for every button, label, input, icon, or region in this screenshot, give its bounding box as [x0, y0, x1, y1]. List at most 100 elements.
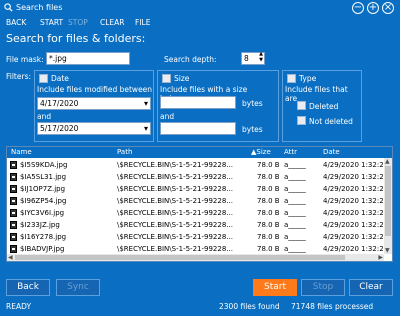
column-name[interactable]: Name: [11, 148, 32, 156]
scroll-right-icon[interactable]: ▶: [378, 254, 383, 261]
cell-path: \$RECYCLE.BIN\S-1-5-21-99228...: [117, 209, 233, 217]
cell-name: $I5S9KDA.jpg: [20, 161, 68, 169]
cell-name: $IA5SL31.jpg: [20, 173, 67, 181]
date-and-label: and: [37, 112, 52, 121]
table-row[interactable]: $I233JZ.jpg \$RECYCLE.BIN\S-1-5-21-99228.…: [7, 219, 384, 231]
filters-label: Filters:: [6, 72, 32, 81]
table-row[interactable]: $IYC3V6I.jpg \$RECYCLE.BIN\S-1-5-21-99228…: [7, 207, 384, 219]
size-checkbox[interactable]: [162, 74, 171, 83]
menu-clear[interactable]: CLEAR: [100, 18, 125, 27]
date-to-dropdown[interactable]: 5/17/2020 ▾: [37, 122, 151, 135]
back-button[interactable]: Back: [6, 279, 50, 296]
table-row[interactable]: $I16Y278.jpg \$RECYCLE.BIN\S-1-5-21-99228…: [7, 231, 384, 243]
cell-size: 78.0 B: [257, 197, 280, 205]
minimize-icon[interactable]: −: [352, 2, 364, 14]
depth-spinner-icon[interactable]: ▲ ▼: [259, 51, 263, 63]
size-and-label: and: [160, 112, 175, 121]
deleted-checkbox[interactable]: [297, 101, 306, 110]
menu-start[interactable]: START: [40, 18, 63, 27]
close-icon[interactable]: ×: [382, 2, 394, 14]
cell-date: 4/29/2020 1:32:20...: [323, 161, 383, 169]
cell-size: 78.0 B: [257, 185, 280, 193]
menu-bar: BACK START STOP CLEAR FILE: [0, 16, 400, 30]
scroll-down-icon[interactable]: ▼: [385, 247, 390, 254]
sync-button[interactable]: Sync: [56, 279, 100, 296]
column-date[interactable]: Date: [323, 148, 340, 156]
start-button[interactable]: Start: [253, 279, 297, 296]
size-max-input[interactable]: [160, 122, 236, 135]
file-mask-input[interactable]: *.jpg: [46, 52, 130, 65]
cell-name: $IBADVJP.jpg: [20, 245, 65, 253]
not-deleted-checkbox[interactable]: [297, 116, 306, 125]
cell-date: 4/29/2020 1:32:20...: [323, 233, 383, 241]
column-size[interactable]: ▲Size: [251, 148, 271, 156]
file-icon: [10, 161, 17, 169]
cell-attr: a_____: [284, 245, 306, 253]
table-row[interactable]: $IJ1OP7Z.jpg \$RECYCLE.BIN\S-1-5-21-99228…: [7, 183, 384, 195]
cell-name: $I96ZP54.jpg: [20, 197, 67, 205]
chevron-down-icon: ▾: [143, 99, 148, 108]
cell-path: \$RECYCLE.BIN\S-1-5-21-99228...: [117, 173, 233, 181]
column-path[interactable]: Path: [117, 148, 132, 156]
not-deleted-label: Not deleted: [309, 117, 353, 126]
date-checkbox-label: Date: [51, 74, 69, 83]
stop-button[interactable]: Stop: [301, 279, 345, 296]
cell-name: $I233JZ.jpg: [20, 221, 60, 229]
horizontal-scrollbar[interactable]: ◀ ▶: [7, 254, 384, 261]
vertical-scroll-thumb[interactable]: [385, 166, 391, 236]
cell-date: 4/29/2020 1:32:20...: [323, 245, 383, 253]
scroll-left-icon[interactable]: ◀: [8, 254, 13, 261]
cell-name: $IYC3V6I.jpg: [20, 209, 65, 217]
cell-attr: a_____: [284, 197, 306, 205]
cell-path: \$RECYCLE.BIN\S-1-5-21-99228...: [117, 197, 233, 205]
table-header: Name Path ▲Size Attr Date: [7, 147, 392, 158]
cell-attr: a_____: [284, 233, 306, 241]
cell-path: \$RECYCLE.BIN\S-1-5-21-99228...: [117, 185, 233, 193]
window-title: Search files: [16, 3, 63, 12]
cell-date: 4/29/2020 1:32:20...: [323, 221, 383, 229]
maximize-icon[interactable]: +: [367, 2, 379, 14]
search-depth-input[interactable]: 8 ▲ ▼: [241, 51, 265, 65]
type-checkbox[interactable]: [287, 74, 296, 83]
cell-size: 78.0 B: [257, 161, 280, 169]
size-min-input[interactable]: [160, 96, 236, 109]
status-files-processed: 71748 files processed: [291, 302, 374, 311]
horizontal-scroll-thumb[interactable]: [15, 255, 345, 260]
cell-name: $IJ1OP7Z.jpg: [20, 185, 66, 193]
vertical-scrollbar[interactable]: ▲ ▼: [384, 158, 392, 254]
scroll-up-icon[interactable]: ▲: [385, 158, 390, 165]
date-from-dropdown[interactable]: 4/17/2020 ▾: [37, 97, 151, 110]
date-checkbox[interactable]: [39, 74, 48, 83]
column-attr[interactable]: Attr: [284, 148, 297, 156]
deleted-label: Deleted: [309, 102, 339, 111]
menu-file[interactable]: FILE: [135, 18, 150, 27]
type-checkbox-label: Type: [299, 74, 317, 83]
clear-button[interactable]: Clear: [349, 279, 393, 296]
table-row[interactable]: $I96ZP54.jpg \$RECYCLE.BIN\S-1-5-21-99228…: [7, 195, 384, 207]
cell-date: 4/29/2020 1:32:20...: [323, 185, 383, 193]
status-state: READY: [6, 302, 32, 311]
menu-stop[interactable]: STOP: [68, 18, 88, 27]
size-filter-group: Size Include files with a size between b…: [157, 70, 279, 142]
title-bar: Search files − + ×: [0, 0, 400, 16]
menu-back[interactable]: BACK: [6, 18, 26, 27]
file-icon: [10, 245, 17, 253]
cell-attr: a_____: [284, 173, 306, 181]
type-filter-group: Type Include files that are Deleted Not …: [282, 70, 362, 142]
table-row[interactable]: $I5S9KDA.jpg \$RECYCLE.BIN\S-1-5-21-99228…: [7, 159, 384, 171]
results-table[interactable]: Name Path ▲Size Attr Date $I5S9KDA.jpg \$…: [6, 146, 393, 262]
file-mask-label: File mask:: [6, 55, 44, 64]
cell-size: 78.0 B: [257, 233, 280, 241]
cell-name: $I16Y278.jpg: [20, 233, 67, 241]
file-icon: [10, 173, 17, 181]
cell-size: 78.0 B: [257, 245, 280, 253]
cell-path: \$RECYCLE.BIN\S-1-5-21-99228...: [117, 221, 233, 229]
cell-size: 78.0 B: [257, 221, 280, 229]
file-icon: [10, 221, 17, 229]
cell-attr: a_____: [284, 209, 306, 217]
cell-size: 78.0 B: [257, 173, 280, 181]
search-depth-label: Search depth:: [164, 55, 217, 64]
date-to-value: 5/17/2020: [40, 124, 79, 133]
page-heading: Search for files & folders:: [6, 32, 146, 45]
table-row[interactable]: $IA5SL31.jpg \$RECYCLE.BIN\S-1-5-21-99228…: [7, 171, 384, 183]
